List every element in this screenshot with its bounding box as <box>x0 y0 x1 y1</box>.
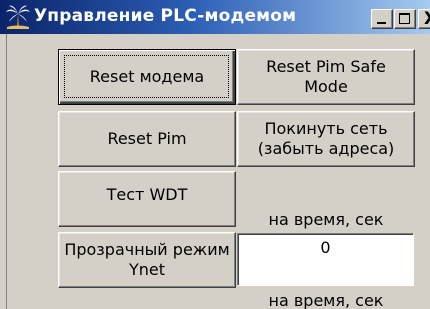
maximize-button[interactable] <box>394 9 416 29</box>
reset-pim-safe-mode-button[interactable]: Reset Pim Safe Mode <box>237 49 415 105</box>
reset-modem-button[interactable]: Reset модема <box>58 49 236 105</box>
close-icon: X <box>424 9 430 29</box>
minimize-button[interactable] <box>371 9 393 29</box>
transparent-mode-label: Прозрачный режим Ynet <box>64 240 230 279</box>
plc-modem-control-window: Управление PLC-модемом X Reset модема Re… <box>0 0 430 309</box>
transparent-duration-value: 0 <box>320 238 331 257</box>
palm-tree-icon <box>6 5 30 29</box>
leave-network-button[interactable]: Покинуть сеть (забыть адреса) <box>237 111 415 167</box>
reset-pim-button[interactable]: Reset Pim <box>58 111 236 167</box>
focus-rect <box>64 55 229 98</box>
close-button[interactable]: X <box>418 9 430 29</box>
wdt-test-button[interactable]: Тест WDT <box>58 171 236 227</box>
leave-network-label: Покинуть сеть (забыть адреса) <box>257 119 395 158</box>
window-title: Управление PLC-модемом <box>34 6 297 26</box>
title-bar[interactable]: Управление PLC-модемом X <box>0 0 430 34</box>
reset-pim-safe-mode-label: Reset Pim Safe Mode <box>266 57 386 96</box>
left-border <box>0 34 7 309</box>
duration-label-2: на время, сек <box>268 291 384 309</box>
wdt-test-label: Тест WDT <box>106 185 188 204</box>
duration-label-1: на время, сек <box>268 210 384 229</box>
transparent-mode-button[interactable]: Прозрачный режим Ynet <box>58 232 236 288</box>
transparent-duration-field[interactable]: 0 <box>237 233 414 286</box>
reset-pim-label: Reset Pim <box>107 129 187 148</box>
